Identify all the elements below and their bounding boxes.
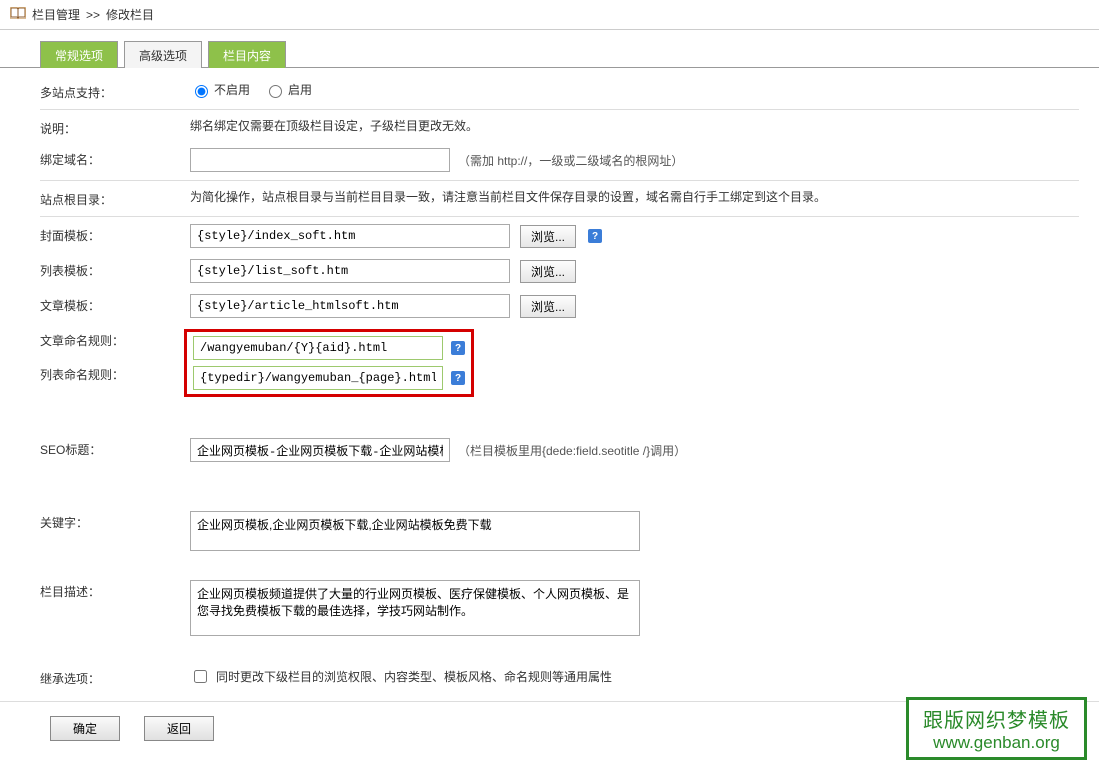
help-icon[interactable]: ? bbox=[451, 371, 465, 385]
breadcrumb-section: 栏目管理 bbox=[32, 6, 80, 23]
tab-content[interactable]: 栏目内容 bbox=[208, 41, 286, 68]
input-article-rule[interactable] bbox=[193, 336, 443, 360]
seo-hint: （栏目模板里用{dede:field.seotitle /}调用） bbox=[458, 442, 686, 459]
label-list-tpl: 列表模板： bbox=[40, 259, 190, 279]
input-seo[interactable] bbox=[190, 438, 450, 462]
textarea-colum-desc[interactable] bbox=[190, 580, 640, 636]
label-inherit: 继承选项： bbox=[40, 667, 190, 687]
ok-button[interactable]: 确定 bbox=[50, 716, 120, 741]
textarea-keywords[interactable] bbox=[190, 511, 640, 551]
radio-multisite-on[interactable]: 启用 bbox=[264, 81, 312, 98]
back-button[interactable]: 返回 bbox=[144, 716, 214, 741]
watermark: 跟版网织梦模板 www.genban.org bbox=[906, 697, 1087, 760]
breadcrumb-sep: >> bbox=[86, 8, 100, 22]
radio-multisite-off[interactable]: 不启用 bbox=[190, 81, 250, 98]
checkbox-inherit[interactable] bbox=[194, 670, 207, 683]
desc-text: 绑名绑定仅需要在顶级栏目设定，子级栏目更改无效。 bbox=[190, 117, 478, 134]
browse-list-button[interactable]: 浏览... bbox=[520, 260, 576, 283]
input-domain[interactable] bbox=[190, 148, 450, 172]
breadcrumb: 栏目管理 >> 修改栏目 bbox=[0, 0, 1099, 30]
label-siteroot: 站点根目录： bbox=[40, 188, 190, 208]
input-list-rule[interactable] bbox=[193, 366, 443, 390]
label-article-rule: 文章命名规则： bbox=[40, 329, 190, 363]
input-cover-tpl[interactable] bbox=[190, 224, 510, 248]
input-article-tpl[interactable] bbox=[190, 294, 510, 318]
watermark-line2: www.genban.org bbox=[923, 733, 1070, 753]
label-colum-desc: 栏目描述： bbox=[40, 580, 190, 600]
label-article-tpl: 文章模板： bbox=[40, 294, 190, 314]
domain-hint: （需加 http://，一级或二级域名的根网址） bbox=[458, 152, 683, 169]
label-cover-tpl: 封面模板： bbox=[40, 224, 190, 244]
watermark-line1: 跟版网织梦模板 bbox=[923, 704, 1070, 733]
inherit-text: 同时更改下级栏目的浏览权限、内容类型、模板风格、命名规则等通用属性 bbox=[216, 668, 612, 685]
book-icon bbox=[10, 6, 26, 23]
highlight-box: ? ? bbox=[184, 329, 474, 397]
breadcrumb-page: 修改栏目 bbox=[106, 6, 154, 23]
browse-article-button[interactable]: 浏览... bbox=[520, 295, 576, 318]
tab-general[interactable]: 常规选项 bbox=[40, 41, 118, 68]
label-keywords: 关键字： bbox=[40, 511, 190, 531]
label-domain: 绑定域名： bbox=[40, 148, 190, 168]
label-desc: 说明： bbox=[40, 117, 190, 137]
label-multisite: 多站点支持： bbox=[40, 81, 190, 101]
tab-advanced[interactable]: 高级选项 bbox=[124, 41, 202, 68]
tabs: 常规选项 高级选项 栏目内容 bbox=[0, 30, 1099, 68]
help-icon[interactable]: ? bbox=[588, 229, 602, 243]
input-list-tpl[interactable] bbox=[190, 259, 510, 283]
browse-cover-button[interactable]: 浏览... bbox=[520, 225, 576, 248]
help-icon[interactable]: ? bbox=[451, 341, 465, 355]
label-list-rule: 列表命名规则： bbox=[40, 363, 190, 383]
siteroot-text: 为简化操作，站点根目录与当前栏目目录一致，请注意当前栏目文件保存目录的设置，域名… bbox=[190, 188, 826, 205]
label-seo: SEO标题： bbox=[40, 438, 190, 458]
